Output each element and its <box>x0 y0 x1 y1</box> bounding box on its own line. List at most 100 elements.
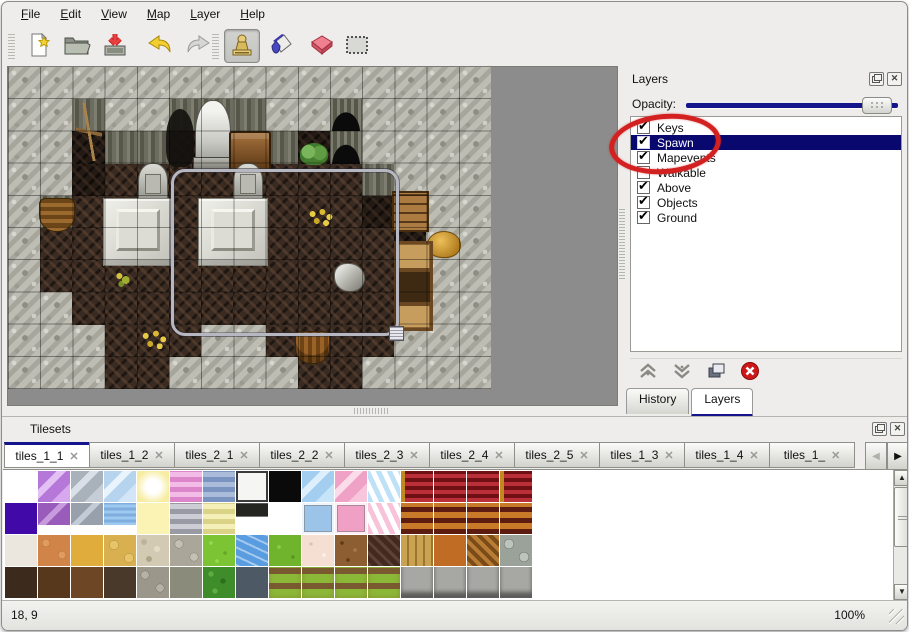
lower-layer-button[interactable] <box>670 361 694 383</box>
tileset-tile-stone-gray[interactable] <box>170 535 202 566</box>
menu-file[interactable]: File <box>12 4 49 24</box>
tileset-tile-glass-lightblue[interactable] <box>302 471 334 502</box>
tileset-tile-brick-darkstone[interactable] <box>104 567 136 598</box>
raise-layer-button[interactable] <box>636 361 660 383</box>
tileset-tile-water-tex[interactable] <box>236 535 268 566</box>
close-panel-icon[interactable]: ✕ <box>890 422 905 436</box>
tileset-tile-grass-flowers[interactable] <box>368 567 400 598</box>
layer-row-ground[interactable]: Ground <box>631 210 901 225</box>
tileset-tile-grass-bright[interactable] <box>203 535 235 566</box>
tileset-tab-tiles_2_3[interactable]: tiles_2_3✕ <box>344 442 430 468</box>
layer-visibility-checkbox[interactable] <box>637 151 650 164</box>
tileset-tile-pebble-beige[interactable] <box>137 535 169 566</box>
undo-button[interactable] <box>142 29 176 61</box>
delete-layer-button[interactable] <box>738 361 762 383</box>
float-panel-icon[interactable] <box>872 422 887 436</box>
tileset-tile-grass-green[interactable] <box>269 535 301 566</box>
tileset-tile-hedge[interactable] <box>203 567 235 598</box>
tileset-tile-dirt-dots[interactable] <box>335 535 367 566</box>
close-tab-icon[interactable]: ✕ <box>154 449 163 462</box>
tileset-tile-glass-blue[interactable] <box>104 471 136 502</box>
dock-tab-history[interactable]: History <box>626 388 689 414</box>
toolbar-drag-handle[interactable] <box>8 33 15 59</box>
close-tab-icon[interactable]: ✕ <box>409 449 418 462</box>
close-tab-icon[interactable]: ✕ <box>239 449 248 462</box>
menu-map[interactable]: Map <box>138 4 179 24</box>
tileset-tile-roof-dark[interactable] <box>368 535 400 566</box>
close-tab-icon[interactable]: ✕ <box>494 449 503 462</box>
layers-panel-titlebar[interactable]: Layers ✕ <box>626 70 906 88</box>
tileset-tile-zigzag-blue[interactable] <box>368 471 400 502</box>
close-tab-icon[interactable]: ✕ <box>749 449 758 462</box>
scrollbar-thumb[interactable] <box>894 487 908 547</box>
tileset-tile-glass-purple2[interactable] <box>38 503 70 534</box>
tileset-scrollbar[interactable]: ▲ ▼ <box>893 470 908 600</box>
new-file-button[interactable] <box>22 29 56 61</box>
scroll-down-icon[interactable]: ▼ <box>894 584 908 600</box>
tileset-tile-brick-gray[interactable] <box>434 567 466 598</box>
tileset-tile-carpet-red-edge[interactable] <box>401 471 433 502</box>
selection-resize-handle[interactable] <box>389 326 404 341</box>
layer-visibility-checkbox[interactable] <box>637 211 650 224</box>
tileset-tile-glass-pink[interactable] <box>335 471 367 502</box>
tileset-tile-brick-darkbrown[interactable] <box>5 567 37 598</box>
tileset-tile-indigo[interactable] <box>5 503 37 534</box>
tileset-tile-carpet-orange[interactable] <box>467 503 499 534</box>
tileset-tile-grass-flowers[interactable] <box>269 567 301 598</box>
resize-grip[interactable] <box>889 609 904 624</box>
menu-layer[interactable]: Layer <box>181 4 229 24</box>
eraser-button[interactable] <box>303 29 337 61</box>
menu-edit[interactable]: Edit <box>51 4 90 24</box>
tileset-tile-carpet-orange[interactable] <box>401 503 433 534</box>
layer-row-keys[interactable]: Keys <box>631 120 901 135</box>
tileset-tile-brick-gray[interactable] <box>467 567 499 598</box>
tileset-tile-stripe-yellow[interactable] <box>203 503 235 534</box>
tileset-tile-stone-white[interactable] <box>5 535 37 566</box>
opacity-slider[interactable] <box>686 102 898 108</box>
tileset-tile-bamboo[interactable] <box>401 535 433 566</box>
tileset-tile-lattice[interactable] <box>236 471 268 502</box>
bucket-fill-button[interactable] <box>264 29 298 61</box>
tileset-tile-weave-orange[interactable] <box>434 535 466 566</box>
tileset-tile-stones-round[interactable] <box>500 535 532 566</box>
tileset-tile-white[interactable] <box>5 471 37 502</box>
layer-row-spawn[interactable]: Spawn <box>631 135 901 150</box>
tileset-tile-grass-flowers[interactable] <box>335 567 367 598</box>
map-canvas[interactable] <box>8 67 491 389</box>
tileset-tile-glass-pink-sm[interactable] <box>335 503 367 534</box>
tileset-tile-grass-flowers[interactable] <box>302 567 334 598</box>
map-selection-rect[interactable] <box>171 169 399 336</box>
close-tab-icon[interactable]: ✕ <box>664 449 673 462</box>
tileset-tile-black[interactable] <box>269 471 301 502</box>
tileset-tile-brick-gray[interactable] <box>401 567 433 598</box>
opacity-slider-handle[interactable] <box>862 97 892 114</box>
dock-tab-layers[interactable]: Layers <box>691 388 753 417</box>
tileset-tile-glow-yellow[interactable] <box>137 471 169 502</box>
stamp-tool-button[interactable] <box>224 29 260 63</box>
close-tab-icon[interactable]: ✕ <box>579 449 588 462</box>
tileset-tab-tiles_1_3[interactable]: tiles_1_3✕ <box>599 442 685 468</box>
layer-row-walkable[interactable]: Walkable <box>631 165 901 180</box>
tileset-tile-cobble-orange[interactable] <box>38 535 70 566</box>
open-folder-button[interactable] <box>60 29 94 61</box>
close-tab-icon[interactable]: ✕ <box>831 449 840 462</box>
menu-view[interactable]: View <box>92 4 136 24</box>
tileset-tile-stripe-blue[interactable] <box>203 471 235 502</box>
tileset-tile-sand-pink[interactable] <box>302 535 334 566</box>
tileset-tile-stripe-gray[interactable] <box>170 503 202 534</box>
close-panel-icon[interactable]: ✕ <box>887 72 902 86</box>
scroll-tabs-right-icon[interactable]: ▶ <box>887 442 908 470</box>
tileset-tile-wall-graystone[interactable] <box>137 567 169 598</box>
scroll-tabs-left-icon[interactable]: ◀ <box>865 442 887 470</box>
menu-help[interactable]: Help <box>231 4 274 24</box>
tileset-tile-herringbone[interactable] <box>467 535 499 566</box>
tileset-tile-carpet-red[interactable] <box>467 471 499 502</box>
tileset-tab-tiles_1_[interactable]: tiles_1_✕ <box>769 442 855 468</box>
tileset-tile-water-blue[interactable] <box>104 503 136 534</box>
tileset-tab-tiles_2_1[interactable]: tiles_2_1✕ <box>174 442 260 468</box>
layer-row-objects[interactable]: Objects <box>631 195 901 210</box>
tileset-tile-brick-brown3[interactable] <box>71 567 103 598</box>
scroll-up-icon[interactable]: ▲ <box>894 470 908 486</box>
tileset-tile-glass-blue-sm[interactable] <box>302 503 334 534</box>
tileset-tile-wall-bluegray[interactable] <box>236 567 268 598</box>
